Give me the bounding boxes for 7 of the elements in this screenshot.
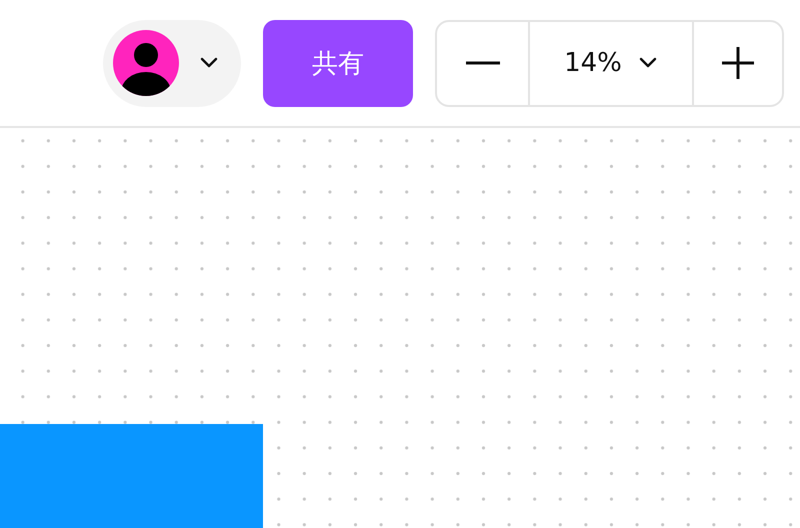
share-button[interactable]: 共有 [263,20,413,106]
chevron-down-icon [638,57,658,69]
avatar-icon [113,30,179,96]
minus-icon [466,61,500,65]
chevron-down-icon [199,57,219,69]
plus-icon [722,47,754,79]
zoom-level-dropdown[interactable]: 14% [530,22,692,104]
